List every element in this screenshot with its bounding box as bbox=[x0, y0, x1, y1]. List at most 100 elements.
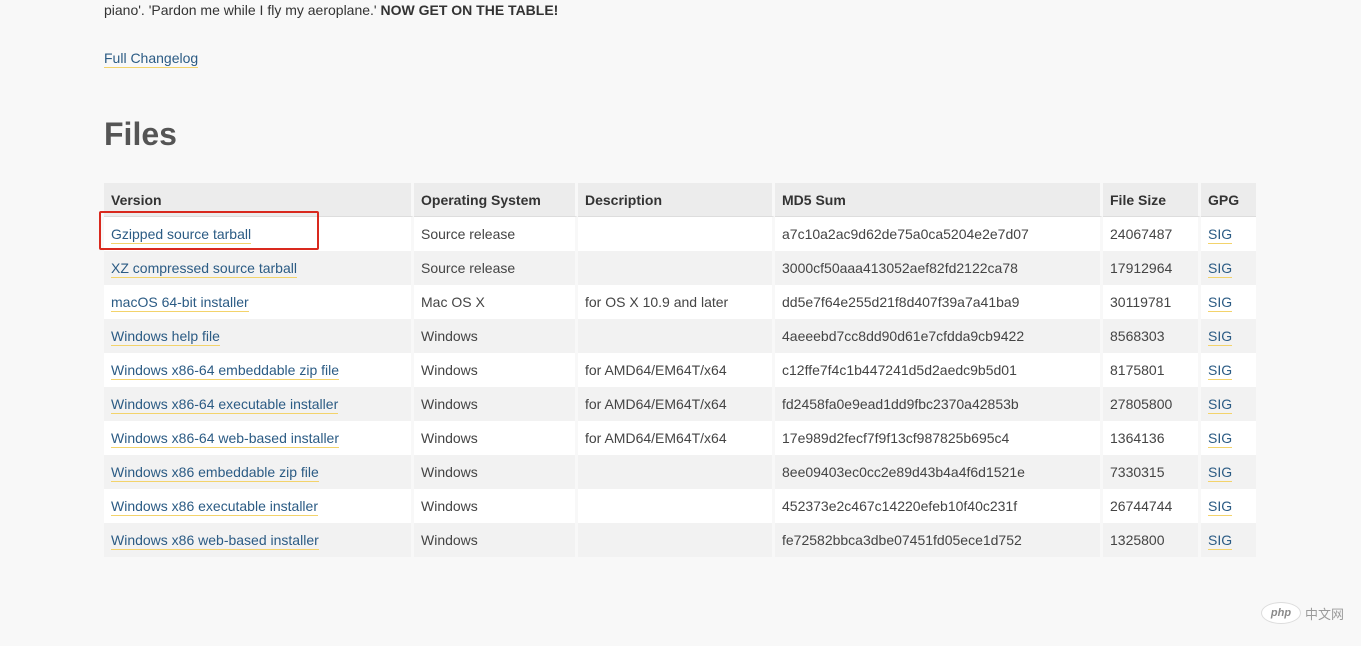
os-cell: Source release bbox=[414, 217, 578, 251]
version-cell: Gzipped source tarball bbox=[104, 217, 414, 251]
sig-link[interactable]: SIG bbox=[1208, 260, 1233, 278]
download-link[interactable]: macOS 64-bit installer bbox=[111, 294, 249, 312]
table-row: Windows x86 web-based installer Windows … bbox=[104, 523, 1256, 557]
version-cell: Windows x86-64 executable installer bbox=[104, 387, 414, 421]
sig-link[interactable]: SIG bbox=[1208, 362, 1233, 380]
description-cell: for AMD64/EM64T/x64 bbox=[578, 421, 775, 455]
sig-link[interactable]: SIG bbox=[1208, 226, 1233, 244]
file-size-cell: 1325800 bbox=[1103, 523, 1201, 557]
description-cell bbox=[578, 523, 775, 557]
version-cell: macOS 64-bit installer bbox=[104, 285, 414, 319]
md5-cell: 452373e2c467c14220efeb10f40c231f bbox=[775, 489, 1103, 523]
download-link[interactable]: Windows x86 executable installer bbox=[111, 498, 318, 516]
page: piano'. 'Pardon me while I fly my aeropl… bbox=[0, 0, 1361, 646]
version-cell: Windows x86 embeddable zip file bbox=[104, 455, 414, 489]
header-gpg: GPG bbox=[1201, 183, 1256, 217]
header-description: Description bbox=[578, 183, 775, 217]
sig-link[interactable]: SIG bbox=[1208, 294, 1233, 312]
os-cell: Windows bbox=[414, 421, 578, 455]
file-size-cell: 1364136 bbox=[1103, 421, 1201, 455]
description-cell: for AMD64/EM64T/x64 bbox=[578, 353, 775, 387]
header-md5-sum: MD5 Sum bbox=[775, 183, 1103, 217]
files-table: Version Operating System Description MD5… bbox=[104, 183, 1256, 557]
md5-cell: 4aeeebd7cc8dd90d61e7cfdda9cb9422 bbox=[775, 319, 1103, 353]
os-cell: Windows bbox=[414, 387, 578, 421]
sig-link[interactable]: SIG bbox=[1208, 430, 1233, 448]
header-row: Version Operating System Description MD5… bbox=[104, 183, 1256, 217]
os-cell: Windows bbox=[414, 489, 578, 523]
file-size-cell: 17912964 bbox=[1103, 251, 1201, 285]
os-cell: Windows bbox=[414, 523, 578, 557]
table-row: macOS 64-bit installer Mac OS X for OS X… bbox=[104, 285, 1256, 319]
file-size-cell: 26744744 bbox=[1103, 489, 1201, 523]
download-link[interactable]: XZ compressed source tarball bbox=[111, 260, 297, 278]
files-table-header: Version Operating System Description MD5… bbox=[104, 183, 1256, 217]
table-row: Windows x86-64 executable installer Wind… bbox=[104, 387, 1256, 421]
os-cell: Windows bbox=[414, 319, 578, 353]
md5-cell: 8ee09403ec0cc2e89d43b4a4f6d1521e bbox=[775, 455, 1103, 489]
version-cell: Windows x86 executable installer bbox=[104, 489, 414, 523]
files-table-body: Gzipped source tarball Source release a7… bbox=[104, 217, 1256, 557]
description-cell bbox=[578, 251, 775, 285]
sig-link[interactable]: SIG bbox=[1208, 396, 1233, 414]
gpg-cell: SIG bbox=[1201, 353, 1256, 387]
version-cell: Windows x86 web-based installer bbox=[104, 523, 414, 557]
full-changelog-link[interactable]: Full Changelog bbox=[104, 50, 199, 68]
md5-cell: fe72582bbca3dbe07451fd05ece1d752 bbox=[775, 523, 1103, 557]
md5-cell: 3000cf50aaa413052aef82fd2122ca78 bbox=[775, 251, 1103, 285]
version-cell: Windows help file bbox=[104, 319, 414, 353]
table-row: XZ compressed source tarball Source rele… bbox=[104, 251, 1256, 285]
files-heading: Files bbox=[104, 116, 177, 152]
description-cell: for AMD64/EM64T/x64 bbox=[578, 387, 775, 421]
file-size-cell: 7330315 bbox=[1103, 455, 1201, 489]
table-row: Windows x86-64 web-based installer Windo… bbox=[104, 421, 1256, 455]
version-cell: Windows x86-64 embeddable zip file bbox=[104, 353, 414, 387]
download-link[interactable]: Windows x86-64 executable installer bbox=[111, 396, 339, 414]
sig-link[interactable]: SIG bbox=[1208, 328, 1233, 346]
md5-cell: dd5e7f64e255d21f8d407f39a7a41ba9 bbox=[775, 285, 1103, 319]
file-size-cell: 24067487 bbox=[1103, 217, 1201, 251]
intro-text-bold: NOW GET ON THE TABLE! bbox=[380, 2, 559, 18]
download-link[interactable]: Windows x86 embeddable zip file bbox=[111, 464, 319, 482]
md5-cell: c12ffe7f4c1b447241d5d2aedc9b5d01 bbox=[775, 353, 1103, 387]
version-cell: Windows x86-64 web-based installer bbox=[104, 421, 414, 455]
gpg-cell: SIG bbox=[1201, 523, 1256, 557]
table-row: Windows help file Windows 4aeeebd7cc8dd9… bbox=[104, 319, 1256, 353]
gpg-cell: SIG bbox=[1201, 319, 1256, 353]
md5-cell: 17e989d2fecf7f9f13cf987825b695c4 bbox=[775, 421, 1103, 455]
file-size-cell: 27805800 bbox=[1103, 387, 1201, 421]
gpg-cell: SIG bbox=[1201, 421, 1256, 455]
download-link[interactable]: Windows x86-64 embeddable zip file bbox=[111, 362, 340, 380]
sig-link[interactable]: SIG bbox=[1208, 498, 1233, 516]
gpg-cell: SIG bbox=[1201, 489, 1256, 523]
os-cell: Mac OS X bbox=[414, 285, 578, 319]
file-size-cell: 8568303 bbox=[1103, 319, 1201, 353]
download-link[interactable]: Gzipped source tarball bbox=[111, 226, 252, 244]
md5-cell: fd2458fa0e9ead1dd9fbc2370a42853b bbox=[775, 387, 1103, 421]
php-logo-icon: php bbox=[1261, 602, 1301, 624]
description-cell bbox=[578, 489, 775, 523]
header-file-size: File Size bbox=[1103, 183, 1201, 217]
intro-text: piano'. 'Pardon me while I fly my aeropl… bbox=[104, 2, 558, 18]
description-cell: for OS X 10.9 and later bbox=[578, 285, 775, 319]
gpg-cell: SIG bbox=[1201, 285, 1256, 319]
download-link[interactable]: Windows x86-64 web-based installer bbox=[111, 430, 339, 448]
description-cell bbox=[578, 455, 775, 489]
header-version: Version bbox=[104, 183, 414, 217]
table-row: Windows x86-64 embeddable zip file Windo… bbox=[104, 353, 1256, 387]
sig-link[interactable]: SIG bbox=[1208, 464, 1233, 482]
table-row: Windows x86 embeddable zip file Windows … bbox=[104, 455, 1256, 489]
gpg-cell: SIG bbox=[1201, 217, 1256, 251]
gpg-cell: SIG bbox=[1201, 251, 1256, 285]
download-link[interactable]: Windows x86 web-based installer bbox=[111, 532, 319, 550]
watermark-text: 中文网 bbox=[1305, 606, 1345, 622]
file-size-cell: 8175801 bbox=[1103, 353, 1201, 387]
gpg-cell: SIG bbox=[1201, 455, 1256, 489]
download-link[interactable]: Windows help file bbox=[111, 328, 220, 346]
header-operating-system: Operating System bbox=[414, 183, 578, 217]
md5-cell: a7c10a2ac9d62de75a0ca5204e2e7d07 bbox=[775, 217, 1103, 251]
intro-text-plain: piano'. 'Pardon me while I fly my aeropl… bbox=[104, 2, 381, 18]
description-cell bbox=[578, 217, 775, 251]
sig-link[interactable]: SIG bbox=[1208, 532, 1233, 550]
gpg-cell: SIG bbox=[1201, 387, 1256, 421]
